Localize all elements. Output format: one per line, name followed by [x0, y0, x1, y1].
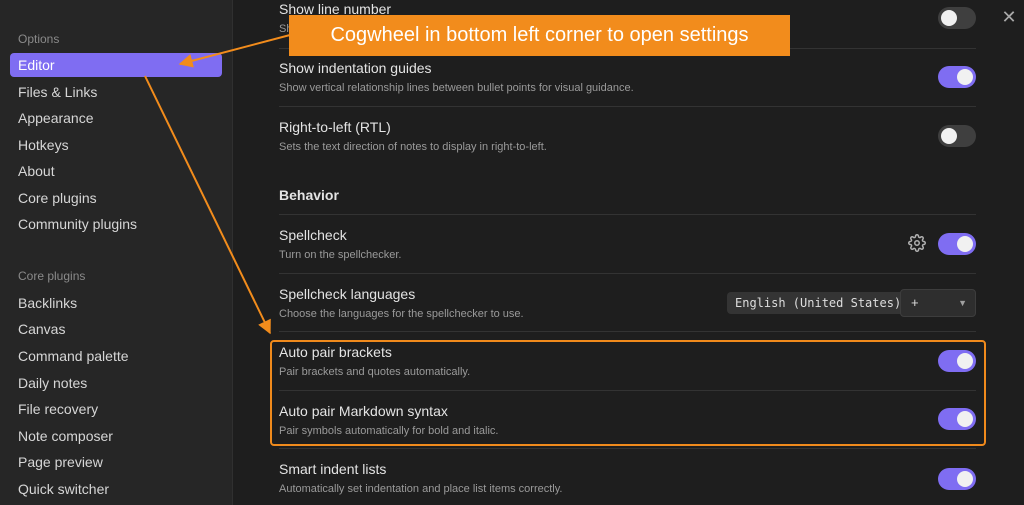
setting-name: Smart indent lists [279, 461, 387, 477]
setting-show-indentation-guides: Show indentation guides Show vertical re… [279, 60, 979, 94]
setting-name: Show indentation guides [279, 60, 432, 76]
sidebar-item-community-plugins[interactable]: Community plugins [10, 212, 222, 236]
settings-sidebar: Options Editor Files & Links Appearance … [0, 0, 233, 505]
setting-description: Turn on the spellchecker. [279, 249, 402, 261]
sidebar-item-backlinks[interactable]: Backlinks [10, 291, 222, 315]
sidebar-item-canvas[interactable]: Canvas [10, 317, 222, 341]
sidebar-item-appearance[interactable]: Appearance [10, 106, 222, 130]
setting-name: Right-to-left (RTL) [279, 119, 391, 135]
sidebar-item-daily-notes[interactable]: Daily notes [10, 371, 222, 395]
setting-description: Show vertical relationship lines between… [279, 82, 634, 94]
behavior-heading: Behavior [279, 187, 339, 203]
divider [279, 106, 976, 107]
setting-name: Spellcheck [279, 227, 347, 243]
sidebar-item-files-links[interactable]: Files & Links [10, 80, 222, 104]
divider [279, 214, 976, 215]
sidebar-item-page-preview[interactable]: Page preview [10, 450, 222, 474]
sidebar-item-editor[interactable]: Editor [10, 53, 222, 77]
setting-smart-indent-lists: Smart indent lists Automatically set ind… [279, 461, 979, 495]
sidebar-item-note-composer[interactable]: Note composer [10, 424, 222, 448]
setting-description: Sets the text direction of notes to disp… [279, 141, 547, 153]
toggle-knob [941, 128, 957, 144]
sidebar-item-core-plugins[interactable]: Core plugins [10, 186, 222, 210]
toggle-smart-indent-lists[interactable] [938, 468, 976, 490]
setting-right-to-left: Right-to-left (RTL) Sets the text direct… [279, 119, 979, 153]
divider [279, 273, 976, 274]
toggle-knob [957, 471, 973, 487]
core-plugins-heading: Core plugins [18, 269, 86, 283]
toggle-right-to-left[interactable] [938, 125, 976, 147]
sidebar-item-about[interactable]: About [10, 159, 222, 183]
toggle-show-line-number[interactable] [938, 7, 976, 29]
setting-description: Automatically set indentation and place … [279, 483, 563, 495]
selected-language-chip[interactable]: English (United States) [727, 292, 910, 314]
sidebar-item-hotkeys[interactable]: Hotkeys [10, 133, 222, 157]
setting-spellcheck: Spellcheck Turn on the spellchecker. [279, 227, 979, 261]
sidebar-item-file-recovery[interactable]: File recovery [10, 397, 222, 421]
toggle-spellcheck[interactable] [938, 233, 976, 255]
annotation-highlight-box [270, 340, 986, 446]
options-heading: Options [18, 32, 60, 46]
toggle-knob [957, 236, 973, 252]
sidebar-item-command-palette[interactable]: Command palette [10, 344, 222, 368]
gear-icon[interactable] [908, 234, 926, 252]
divider [279, 448, 976, 449]
sidebar-item-quick-switcher[interactable]: Quick switcher [10, 477, 222, 501]
toggle-knob [957, 69, 973, 85]
toggle-knob [941, 10, 957, 26]
add-language-label: + [911, 295, 919, 310]
divider [279, 331, 976, 332]
annotation-callout: Cogwheel in bottom left corner to open s… [289, 15, 790, 56]
add-language-dropdown[interactable]: + ▼ [900, 289, 976, 317]
chevron-down-icon: ▼ [958, 298, 967, 308]
toggle-show-indentation-guides[interactable] [938, 66, 976, 88]
close-icon[interactable]: ✕ [1000, 8, 1018, 26]
